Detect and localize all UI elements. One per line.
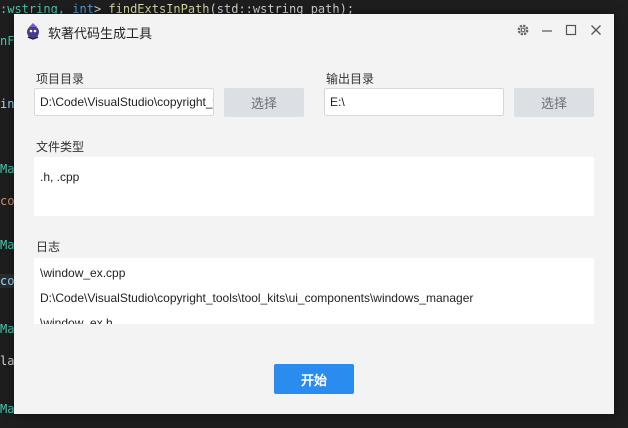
log-label: 日志 bbox=[36, 240, 61, 254]
log-line: \window_ex.h bbox=[40, 316, 113, 324]
project-dir-input[interactable]: D:\Code\VisualStudio\copyright_tools bbox=[34, 88, 214, 116]
start-button[interactable]: 开始 bbox=[274, 364, 354, 394]
close-icon[interactable] bbox=[587, 21, 605, 39]
code-fragment: Mai bbox=[0, 238, 14, 252]
code-fragment: cop bbox=[0, 274, 14, 288]
title-bar[interactable]: 软著代码生成工具 bbox=[14, 14, 614, 48]
code-fragment: Mai bbox=[0, 402, 14, 416]
code-fragment: Mai bbox=[0, 162, 14, 176]
log-line: \window_ex.cpp bbox=[40, 266, 126, 280]
project-dir-label: 项目目录 bbox=[36, 72, 85, 86]
app-icon bbox=[24, 22, 42, 40]
code-fragment: Mai bbox=[0, 322, 14, 336]
code-fragment: nFo bbox=[0, 34, 14, 48]
output-dir-input[interactable]: E:\ bbox=[324, 88, 504, 116]
window-title: 软著代码生成工具 bbox=[48, 27, 153, 42]
output-select-button[interactable]: 选择 bbox=[514, 88, 594, 117]
file-types-label: 文件类型 bbox=[36, 140, 85, 154]
code-fragment: las bbox=[0, 354, 14, 368]
gear-icon[interactable] bbox=[514, 21, 532, 39]
project-select-button[interactable]: 选择 bbox=[224, 88, 304, 117]
file-types-value: .h, .cpp bbox=[40, 170, 80, 184]
code-fragment: cop bbox=[0, 194, 14, 208]
code-fragment: inF bbox=[0, 97, 14, 111]
maximize-icon[interactable] bbox=[562, 21, 580, 39]
app-window: 软著代码生成工具 项目目录 D:\Code\VisualStudio\copyr… bbox=[14, 14, 614, 414]
output-dir-label: 输出目录 bbox=[326, 72, 375, 86]
log-line: D:\Code\VisualStudio\copyright_tools\too… bbox=[40, 291, 474, 305]
file-types-input[interactable]: .h, .cpp bbox=[34, 157, 594, 216]
minimize-icon[interactable] bbox=[538, 21, 556, 39]
log-output[interactable]: \window_ex.cpp D:\Code\VisualStudio\copy… bbox=[34, 258, 594, 324]
